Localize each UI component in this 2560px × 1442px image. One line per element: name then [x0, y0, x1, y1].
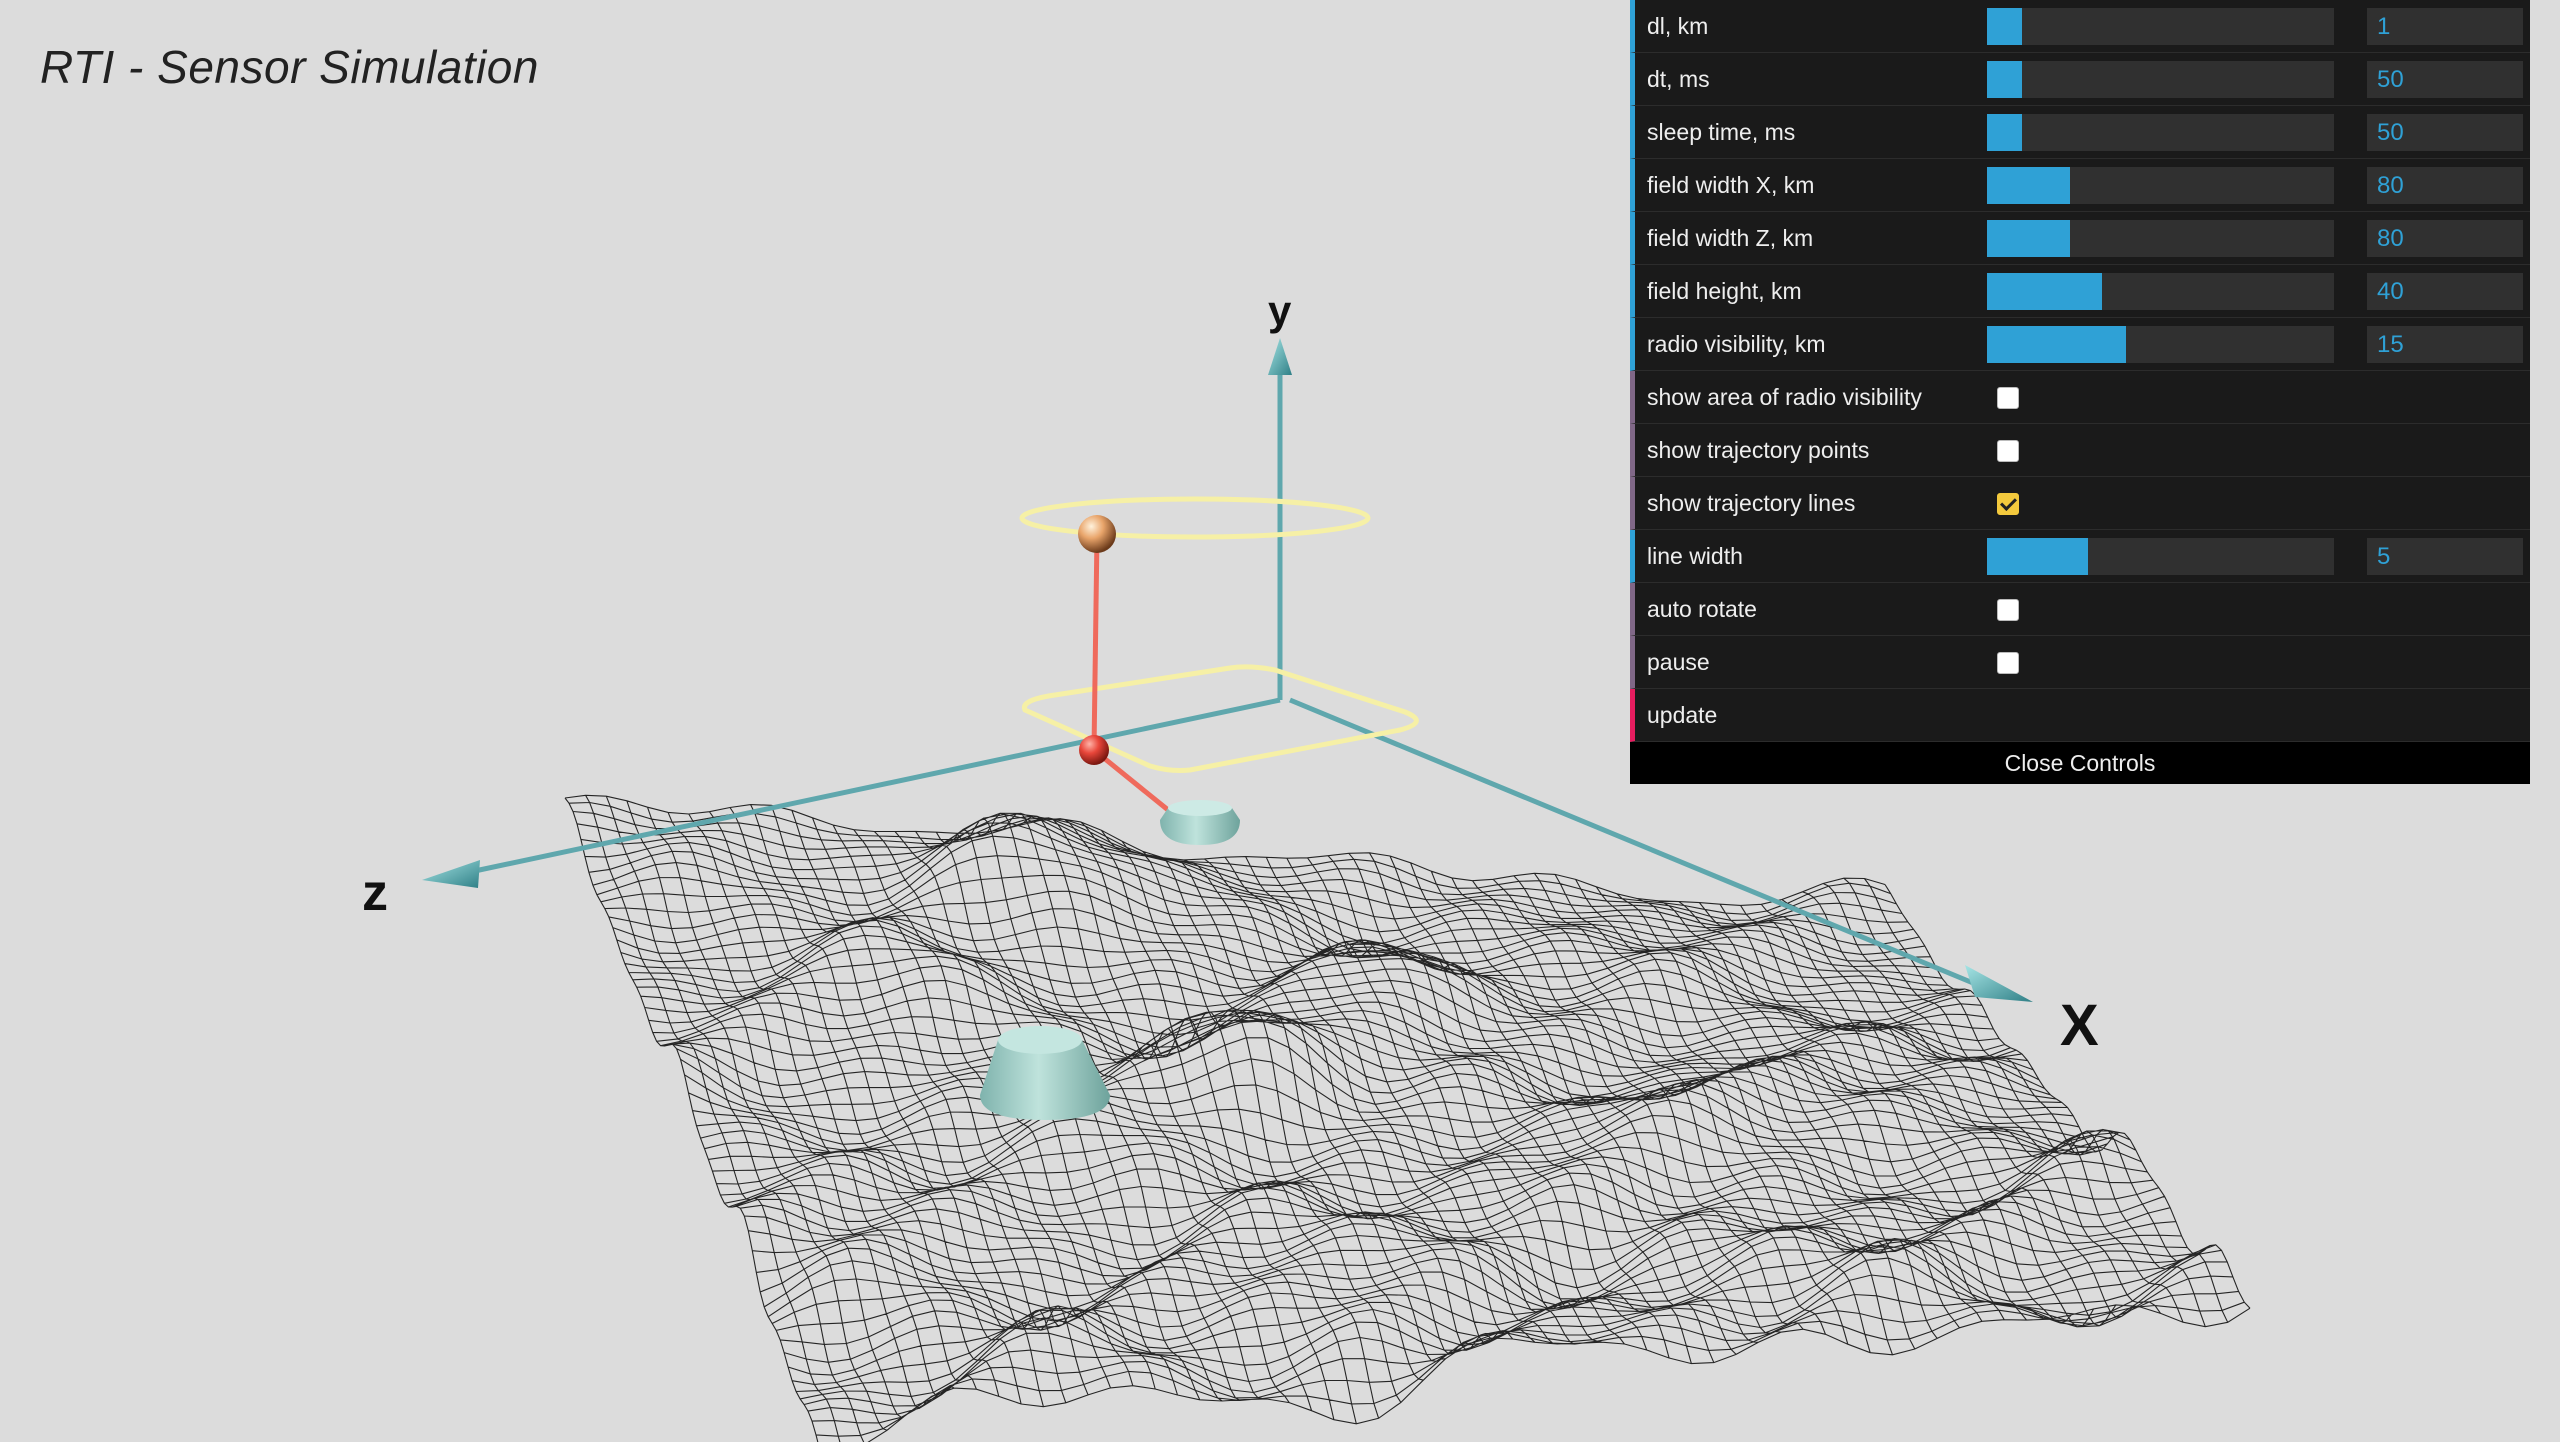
control-row-dt: dt, ms 50 [1630, 53, 2530, 106]
close-controls-button[interactable]: Close Controls [1630, 742, 2530, 784]
control-label-pause: pause [1647, 648, 1710, 675]
y-axis-arrow [1268, 338, 1292, 375]
page-title: RTI - Sensor Simulation [40, 41, 539, 93]
control-row-field-width-x: field width X, km 80 [1630, 159, 2530, 212]
slider-field-width-z[interactable] [1987, 220, 2334, 257]
y-axis-label: y [1268, 287, 1292, 334]
slider-sleep-time[interactable] [1987, 114, 2334, 151]
z-axis-arrow [422, 860, 480, 888]
control-row-show-trajectory-points: show trajectory points [1630, 424, 2530, 477]
slider-fill-line-width [1987, 538, 2088, 575]
z-axis-label: z [362, 864, 388, 922]
control-row-field-width-z: field width Z, km 80 [1630, 212, 2530, 265]
control-label-line-width: line width [1647, 542, 1743, 569]
number-input-field-width-z[interactable]: 80 [2367, 220, 2523, 257]
checkbox-pause[interactable] [1997, 652, 2019, 674]
control-row-field-height: field height, km 40 [1630, 265, 2530, 318]
x-axis-arrow [1965, 965, 2033, 1002]
slider-radio-visibility[interactable] [1987, 326, 2334, 363]
number-input-dl[interactable]: 1 [2367, 8, 2523, 45]
number-input-radio-visibility[interactable]: 15 [2367, 326, 2523, 363]
number-input-sleep-time[interactable]: 50 [2367, 114, 2523, 151]
z-axis-line [469, 697, 1281, 875]
number-input-field-width-x[interactable]: 80 [2367, 167, 2523, 204]
control-label-radio-visibility: radio visibility, km [1647, 330, 1826, 357]
slider-fill-field-width-x [1987, 167, 2071, 204]
slider-fill-dl [1987, 8, 2022, 45]
terrain-grid-lines [564, 794, 2251, 1442]
control-label-show-radio-area: show area of radio visibility [1647, 383, 1922, 410]
control-label-show-trajectory-lines: show trajectory lines [1647, 489, 1856, 516]
control-label-auto-rotate: auto rotate [1647, 595, 1757, 622]
control-label-update: update [1647, 701, 1718, 728]
slider-fill-field-height [1987, 273, 2102, 310]
control-row-radio-visibility: radio visibility, km 15 [1630, 318, 2530, 371]
slider-fill-field-width-z [1987, 220, 2071, 257]
checkbox-show-trajectory-lines[interactable] [1997, 493, 2019, 515]
checkbox-show-trajectory-points[interactable] [1997, 440, 2019, 462]
control-row-update[interactable]: update [1630, 689, 2530, 742]
slider-fill-dt [1987, 61, 2022, 98]
number-input-dt[interactable]: 50 [2367, 61, 2523, 98]
control-label-field-width-z: field width Z, km [1647, 224, 1814, 251]
slider-field-width-x[interactable] [1987, 167, 2334, 204]
control-label-field-height: field height, km [1647, 277, 1802, 304]
slider-dt[interactable] [1987, 61, 2334, 98]
slider-line-width[interactable] [1987, 538, 2334, 575]
slider-fill-sleep-time [1987, 114, 2022, 151]
checkbox-show-radio-area[interactable] [1997, 387, 2019, 409]
trajectory-vertical-line [1091, 534, 1100, 751]
sensor-near [1160, 800, 1240, 845]
control-row-pause: pause [1630, 636, 2530, 689]
control-row-sleep-time: sleep time, ms 50 [1630, 106, 2530, 159]
control-label-show-trajectory-points: show trajectory points [1647, 436, 1870, 463]
number-input-line-width[interactable]: 5 [2367, 538, 2523, 575]
sensor-far [980, 1026, 1110, 1120]
terrain-wireframe-mesh [564, 794, 2251, 1442]
control-label-dl: dl, km [1647, 12, 1709, 39]
control-row-show-trajectory-lines: show trajectory lines [1630, 477, 2530, 530]
control-row-line-width: line width 5 [1630, 530, 2530, 583]
x-axis-label: X [2060, 993, 2099, 1058]
upper-radio-ring [1019, 496, 1371, 540]
control-panel: dl, km 1 dt, ms 50 sleep time, ms 50 field wid… [1630, 0, 2530, 784]
aircraft-ball [1078, 515, 1116, 553]
control-label-dt: dt, ms [1647, 65, 1710, 92]
ground-projection-ball [1079, 735, 1109, 765]
slider-fill-radio-visibility [1987, 326, 2126, 363]
control-row-show-radio-area: show area of radio visibility [1630, 371, 2530, 424]
slider-dl[interactable] [1987, 8, 2334, 45]
number-input-field-height[interactable]: 40 [2367, 273, 2523, 310]
checkbox-auto-rotate[interactable] [1997, 599, 2019, 621]
control-row-auto-rotate: auto rotate [1630, 583, 2530, 636]
control-label-sleep-time: sleep time, ms [1647, 118, 1796, 145]
slider-field-height[interactable] [1987, 273, 2334, 310]
control-label-field-width-x: field width X, km [1647, 171, 1815, 198]
control-row-dl: dl, km 1 [1630, 0, 2530, 53]
